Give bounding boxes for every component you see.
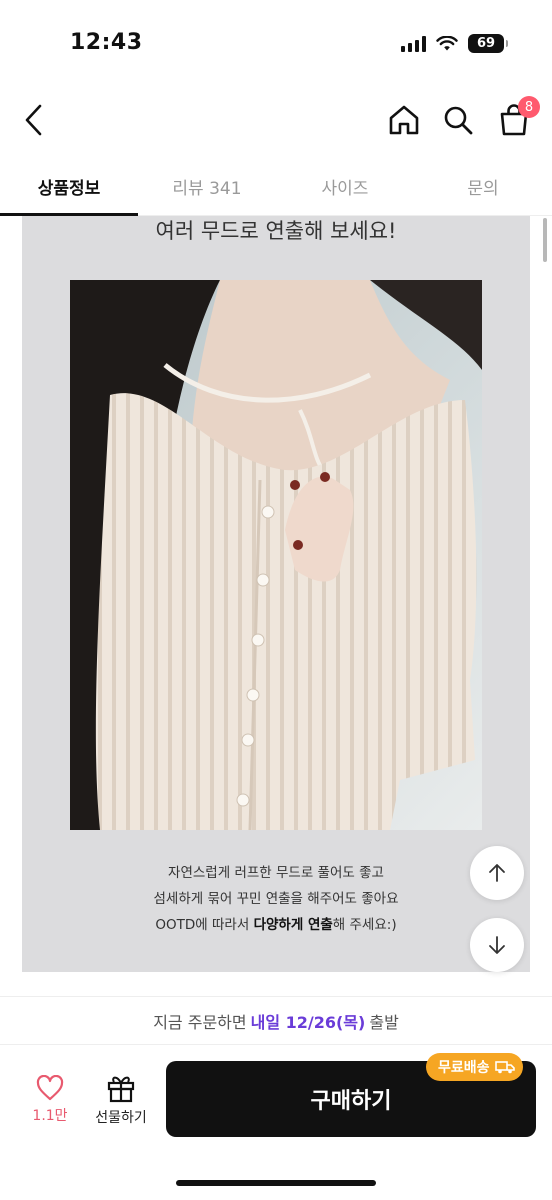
detail-description: 자연스럽게 러프한 무드로 풀어도 좋고 섬세하게 묶어 꾸민 연출을 해주어도… <box>22 860 530 938</box>
cart-count-badge: 8 <box>518 96 540 118</box>
wifi-icon <box>436 35 458 50</box>
free-shipping-label: 무료배송 <box>438 1060 490 1076</box>
battery-indicator: 69 <box>468 34 508 53</box>
product-photo <box>70 280 482 830</box>
scroll-up-button[interactable] <box>470 846 524 900</box>
tab-product-info[interactable]: 상품정보 <box>0 158 138 216</box>
product-detail-content: 여러 무드로 연출해 보세요! 자연스럽게 러프한 무드로 풀어도 좋고 섬세하… <box>22 216 530 972</box>
desc-line-1: 자연스럽게 러프한 무드로 풀어도 좋고 <box>168 865 384 881</box>
home-icon <box>389 105 419 135</box>
bottom-action-bar: 1.1만 선물하기 구매하기 무료배송 <box>0 1044 552 1200</box>
search-button[interactable] <box>436 98 480 142</box>
status-icons: 69 <box>401 34 508 53</box>
like-count: 1.1만 <box>32 1108 68 1124</box>
delivery-date: 내일 12/26(목) <box>250 1012 366 1032</box>
desc-line-2: 섬세하게 묶어 꾸민 연출을 해주어도 좋아요 <box>153 891 399 907</box>
signal-icon <box>401 35 426 52</box>
free-shipping-badge: 무료배송 <box>426 1053 523 1081</box>
arrow-up-icon <box>489 864 505 882</box>
arrow-down-icon <box>489 936 505 954</box>
like-button[interactable]: 1.1만 <box>22 1075 78 1135</box>
delivery-prefix: 지금 주문하면 <box>153 1012 247 1032</box>
desc-line-3-bold: 다양하게 연출 <box>253 917 333 933</box>
scroll-down-button[interactable] <box>470 918 524 972</box>
cart-button[interactable]: 8 <box>492 96 540 142</box>
gift-icon <box>107 1076 135 1103</box>
desc-line-3-pre: OOTD에 따라서 <box>155 917 254 933</box>
chevron-left-icon <box>25 104 42 136</box>
status-time: 12:43 <box>70 30 143 55</box>
truck-icon <box>494 1061 515 1074</box>
detail-headline: 여러 무드로 연출해 보세요! <box>155 219 397 243</box>
desc-line-3-post: 해 주세요:) <box>332 917 397 933</box>
product-tabs: 상품정보 리뷰 341 사이즈 문의 <box>0 158 552 216</box>
home-indicator <box>176 1180 376 1186</box>
tab-inquiry[interactable]: 문의 <box>414 158 552 215</box>
scrollbar[interactable] <box>543 218 547 262</box>
tab-reviews[interactable]: 리뷰 341 <box>138 158 276 215</box>
desc-line-3: OOTD에 따라서 다양하게 연출해 주세요:) <box>22 912 530 938</box>
home-button[interactable] <box>382 98 426 142</box>
model-photo-illustration <box>70 280 482 830</box>
delivery-info: 지금 주문하면 내일 12/26(목) 출발 <box>0 996 552 1044</box>
top-navigation: 8 <box>0 84 552 156</box>
gift-button[interactable]: 선물하기 <box>88 1073 154 1135</box>
search-icon <box>444 106 473 135</box>
heart-icon <box>36 1075 64 1101</box>
tab-size[interactable]: 사이즈 <box>276 158 414 215</box>
status-bar: 12:43 69 <box>0 0 552 84</box>
back-button[interactable] <box>14 98 54 142</box>
delivery-suffix: 출발 <box>369 1012 399 1032</box>
gift-label: 선물하기 <box>95 1110 147 1126</box>
